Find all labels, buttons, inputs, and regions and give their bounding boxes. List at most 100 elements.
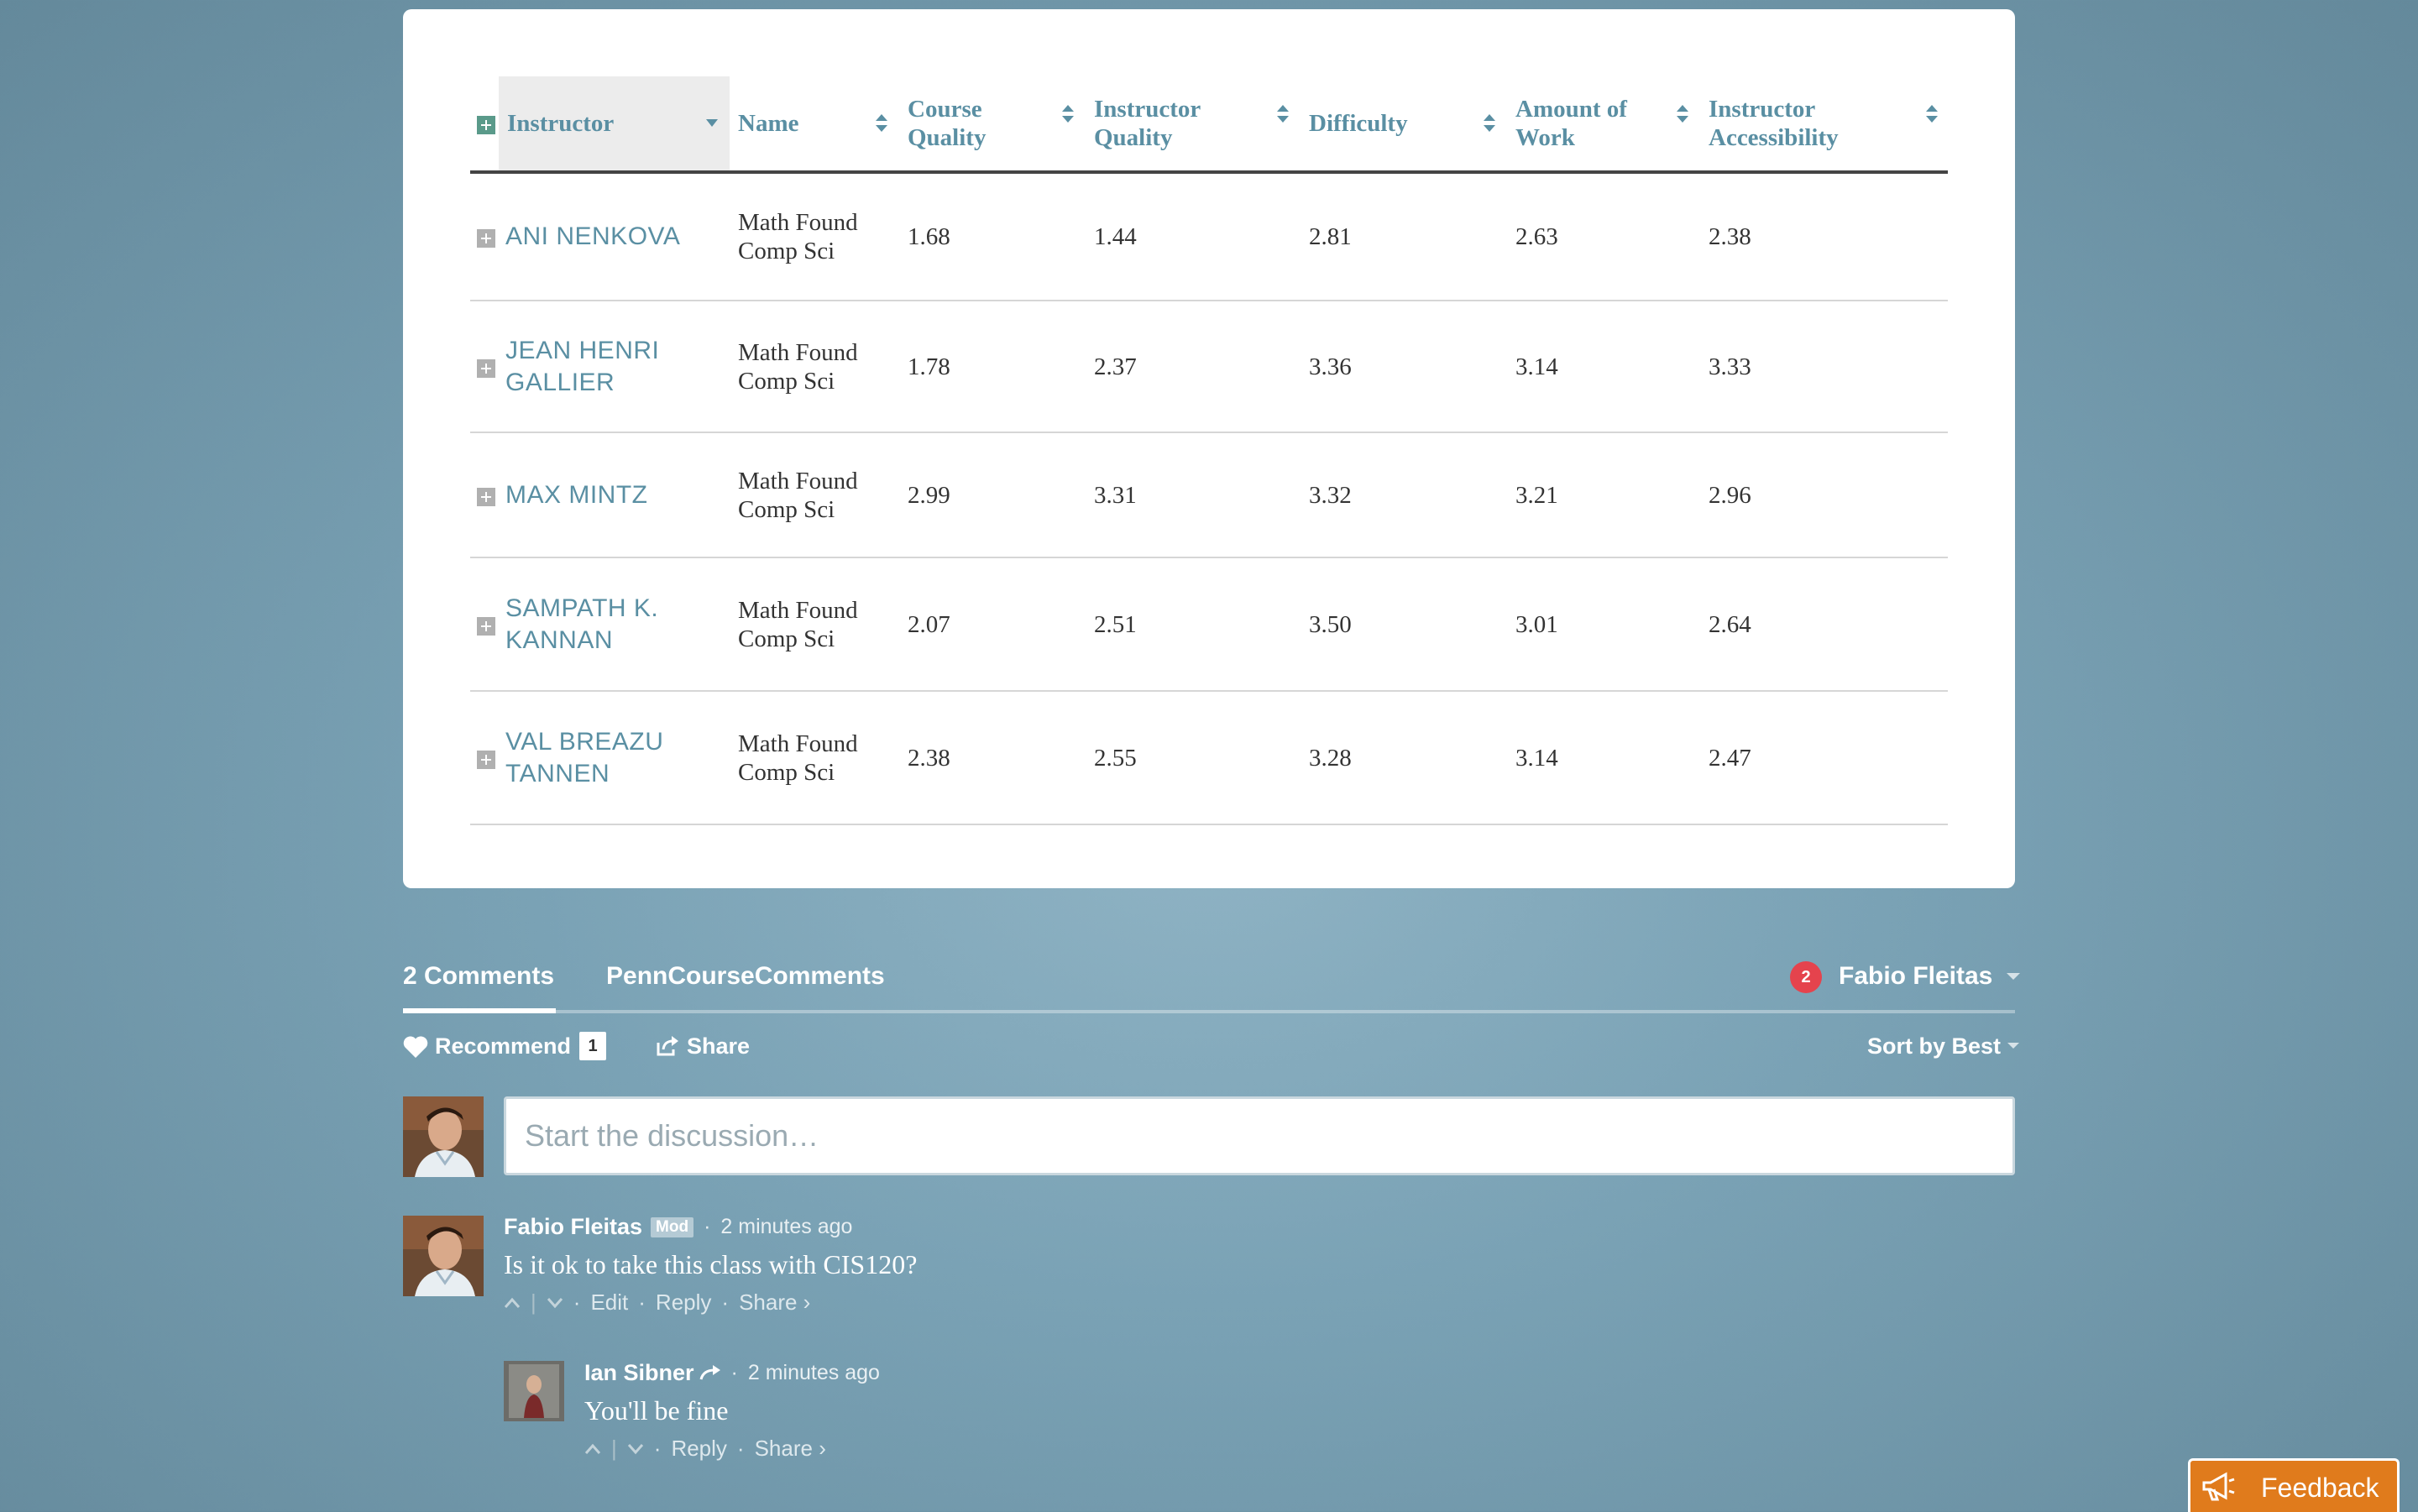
row-expand-toggle[interactable] xyxy=(470,172,499,301)
column-header-difficulty[interactable]: Difficulty xyxy=(1301,76,1507,174)
instructor-link[interactable]: MAX MINTZ xyxy=(499,432,730,558)
share-label: Share xyxy=(687,1033,751,1059)
course-name-cell: Math Found Comp Sci xyxy=(730,432,899,558)
table-row: JEAN HENRI GALLIER Math Found Comp Sci 1… xyxy=(470,301,1948,433)
user-menu-name: Fabio Fleitas xyxy=(1839,962,1993,990)
separator-dot: · xyxy=(573,1290,581,1315)
difficulty-cell: 3.28 xyxy=(1301,691,1507,825)
share-link[interactable]: Share › xyxy=(739,1290,810,1316)
column-header-instructor[interactable]: Instructor xyxy=(499,76,730,174)
recommend-button[interactable]: Recommend 1 xyxy=(403,1032,607,1060)
notification-badge[interactable]: 2 xyxy=(1790,961,1822,993)
column-header-amount-of-work[interactable]: Amount of Work xyxy=(1507,76,1700,174)
sort-descending-icon xyxy=(706,119,718,128)
expand-row-icon xyxy=(477,358,495,378)
comment-text: You'll be fine xyxy=(584,1395,729,1426)
instructor-quality-cell: 2.55 xyxy=(1086,691,1301,825)
row-expand-toggle[interactable] xyxy=(470,432,499,558)
difficulty-cell: 3.32 xyxy=(1301,432,1507,558)
comment-header: Fabio Fleitas Mod · 2 minutes ago xyxy=(504,1214,852,1240)
mod-badge: Mod xyxy=(651,1216,694,1237)
expand-row-icon xyxy=(477,750,495,769)
user-menu[interactable]: Fabio Fleitas xyxy=(1839,962,2020,991)
share-link[interactable]: Share › xyxy=(755,1436,826,1462)
downvote-icon[interactable] xyxy=(627,1443,644,1455)
upvote-icon[interactable] xyxy=(504,1297,521,1309)
separator-dot: · xyxy=(638,1290,646,1315)
separator-dot: · xyxy=(653,1436,662,1461)
feedback-button[interactable]: Feedback xyxy=(2188,1458,2400,1512)
column-header-instructor-accessibility[interactable]: Instructor Accessibility xyxy=(1700,76,1948,174)
instructor-link[interactable]: VAL BREAZU TANNEN xyxy=(499,691,730,825)
comment-header: Ian Sibner · 2 minutes ago xyxy=(584,1360,880,1386)
current-user-avatar xyxy=(403,1096,484,1177)
comment-text: Is it ok to take this class with CIS120? xyxy=(504,1249,918,1279)
upvote-icon[interactable] xyxy=(584,1443,601,1455)
comment-timestamp[interactable]: 2 minutes ago xyxy=(748,1361,880,1385)
share-icon xyxy=(657,1036,678,1056)
amount-of-work-cell: 3.14 xyxy=(1507,691,1700,825)
column-header-name[interactable]: Name xyxy=(730,76,899,174)
instructor-link[interactable]: ANI NENKOVA xyxy=(499,172,730,301)
table-row: MAX MINTZ Math Found Comp Sci 2.99 3.31 … xyxy=(470,432,1948,558)
column-header-amount-of-work-label: Amount of Work xyxy=(1515,96,1627,151)
avatar[interactable] xyxy=(504,1361,564,1421)
downvote-icon[interactable] xyxy=(547,1297,563,1309)
vote-divider: | xyxy=(531,1290,536,1315)
table-header-row: Instructor Name Course Quality Instructo… xyxy=(470,76,1948,174)
reply-link[interactable]: Reply xyxy=(671,1436,726,1462)
instructor-accessibility-cell: 2.47 xyxy=(1700,691,1948,825)
course-name-cell: Math Found Comp Sci xyxy=(730,301,899,433)
vote-divider: | xyxy=(611,1436,617,1461)
comment-author[interactable]: Fabio Fleitas xyxy=(504,1214,642,1240)
comment-author[interactable]: Ian Sibner xyxy=(584,1360,694,1386)
column-header-name-label: Name xyxy=(738,110,799,137)
edit-link[interactable]: Edit xyxy=(590,1290,628,1316)
comment-timestamp[interactable]: 2 minutes ago xyxy=(720,1215,852,1239)
column-header-course-quality[interactable]: Course Quality xyxy=(899,76,1086,174)
comments-nav-divider xyxy=(403,1010,2015,1013)
row-expand-toggle[interactable] xyxy=(470,691,499,825)
course-quality-cell: 2.99 xyxy=(899,432,1086,558)
sort-both-icon xyxy=(1484,114,1495,133)
sort-both-icon xyxy=(1677,104,1688,123)
column-header-course-quality-label: Course Quality xyxy=(908,96,987,151)
recommend-label: Recommend xyxy=(435,1033,572,1059)
instructor-accessibility-cell: 2.38 xyxy=(1700,172,1948,301)
instructor-link[interactable]: JEAN HENRI GALLIER xyxy=(499,301,730,433)
sort-both-icon xyxy=(1926,104,1938,123)
table-row: VAL BREAZU TANNEN Math Found Comp Sci 2.… xyxy=(470,691,1948,825)
column-header-instructor-accessibility-label: Instructor Accessibility xyxy=(1709,96,1839,151)
comment-composer-input[interactable]: Start the discussion… xyxy=(504,1096,2015,1175)
community-tab[interactable]: PennCourseComments xyxy=(606,962,885,991)
separator-dot: · xyxy=(721,1290,730,1315)
expand-all-toggle[interactable] xyxy=(470,76,499,174)
comment-actions: | · Edit · Reply · Share › xyxy=(504,1290,810,1316)
column-header-instructor-quality-label: Instructor Quality xyxy=(1094,96,1201,151)
instructor-ratings-table: Instructor Name Course Quality Instructo… xyxy=(470,76,1948,825)
difficulty-cell: 3.50 xyxy=(1301,557,1507,692)
megaphone-icon xyxy=(2202,1472,2235,1501)
separator-dot: · xyxy=(730,1361,738,1384)
instructor-accessibility-cell: 2.64 xyxy=(1700,557,1948,692)
column-header-instructor-label: Instructor xyxy=(507,110,615,137)
amount-of-work-cell: 3.21 xyxy=(1507,432,1700,558)
instructor-quality-cell: 2.37 xyxy=(1086,301,1301,433)
instructor-table-card: Instructor Name Course Quality Instructo… xyxy=(403,9,2015,888)
column-header-instructor-quality[interactable]: Instructor Quality xyxy=(1086,76,1301,174)
heart-icon xyxy=(403,1035,428,1058)
avatar[interactable] xyxy=(403,1216,484,1296)
row-expand-toggle[interactable] xyxy=(470,301,499,433)
chevron-down-icon xyxy=(2006,973,2020,981)
row-expand-toggle[interactable] xyxy=(470,557,499,692)
amount-of-work-cell: 2.63 xyxy=(1507,172,1700,301)
amount-of-work-cell: 3.01 xyxy=(1507,557,1700,692)
sort-dropdown[interactable]: Sort by Best xyxy=(1867,1033,2020,1059)
reply-link[interactable]: Reply xyxy=(656,1290,711,1316)
comments-count-tab[interactable]: 2 Comments xyxy=(403,962,554,991)
separator-dot: · xyxy=(704,1215,711,1238)
share-button[interactable]: Share xyxy=(655,1033,750,1059)
table-row: SAMPATH K. KANNAN Math Found Comp Sci 2.… xyxy=(470,557,1948,692)
instructor-link[interactable]: SAMPATH K. KANNAN xyxy=(499,557,730,692)
expand-row-icon xyxy=(477,487,495,506)
